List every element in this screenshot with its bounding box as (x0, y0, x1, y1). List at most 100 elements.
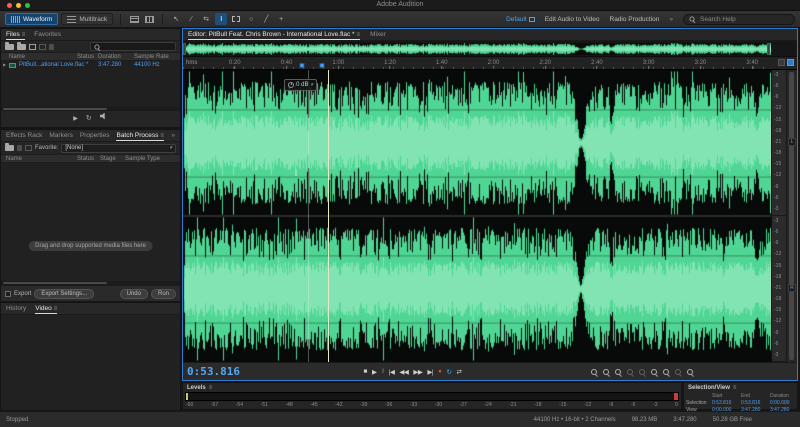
move-to-next-button[interactable]: ▶| (427, 368, 433, 376)
favorite-select[interactable]: [None] (61, 143, 176, 153)
file-row[interactable]: PitBull...ational Love.flac * 3:47.280 4… (1, 61, 180, 70)
stop-button[interactable]: ■ (364, 368, 368, 375)
volume-knob-icon[interactable] (288, 82, 295, 88)
undo-button[interactable]: Undo (119, 288, 148, 299)
left-channel-button[interactable]: L (788, 138, 796, 146)
workspace-edit-audio-to-video[interactable]: Edit Audio to Video (545, 16, 600, 23)
level-meter[interactable] (185, 392, 679, 401)
time-selection-tool-icon[interactable] (215, 13, 228, 25)
import-files-icon[interactable] (17, 41, 26, 50)
rewind-button[interactable]: ◀◀ (399, 368, 409, 376)
waveform-view-button[interactable]: Waveform (5, 13, 59, 25)
zoom-in-at-out-point-button[interactable] (651, 368, 658, 375)
column-name[interactable]: Name (6, 156, 22, 162)
tab-markers[interactable]: Markers (49, 130, 72, 141)
overview-right-handle[interactable] (767, 43, 770, 55)
panel-menu-icon[interactable] (209, 385, 213, 391)
zoom-in-amplitude-button[interactable] (591, 368, 598, 375)
zoom-out-time-button[interactable] (627, 368, 634, 375)
panel-menu-icon[interactable] (733, 385, 737, 391)
timeline-ruler[interactable]: 0:20 0:40 1:00 1:20 1:40 2:00 2:20 2:40 3:00 3:20… (183, 57, 797, 70)
ruler-unit-label[interactable]: hms (186, 60, 197, 66)
help-search-input[interactable] (698, 14, 790, 24)
add-files-icon[interactable] (5, 143, 14, 151)
razor-tool-icon[interactable] (185, 13, 197, 25)
vertical-scrollbar[interactable]: L R (786, 70, 797, 362)
time-display[interactable]: 0:53.816 (187, 365, 240, 378)
column-stage[interactable]: Stage (100, 156, 116, 162)
zoom-in-at-in-point-button[interactable] (639, 368, 646, 375)
panel-options-icon[interactable] (778, 59, 785, 66)
panel-menu-icon[interactable] (357, 31, 361, 38)
zoom-out-amplitude-button[interactable] (603, 368, 610, 375)
column-status[interactable]: Status (77, 156, 94, 162)
paintbrush-tool-icon[interactable] (260, 13, 272, 25)
column-duration[interactable]: Duration (98, 54, 121, 60)
lasso-selection-tool-icon[interactable] (245, 13, 257, 25)
tab-files[interactable]: Files (6, 29, 26, 40)
files-horizontal-scrollbar[interactable] (1, 107, 180, 111)
move-tool-icon[interactable] (170, 13, 182, 25)
panel-menu-icon[interactable] (54, 305, 58, 312)
export-checkbox[interactable] (5, 290, 11, 297)
waveform-canvas[interactable] (183, 70, 771, 362)
scrollbar-thumb[interactable] (789, 72, 794, 360)
pause-button[interactable]: ‖ (381, 368, 384, 375)
run-button[interactable]: Run (150, 288, 176, 299)
move-to-previous-button[interactable]: |◀ (389, 368, 395, 376)
tab-video[interactable]: Video (35, 303, 58, 314)
tabs-overflow-icon[interactable] (171, 132, 175, 139)
column-status[interactable]: Status (77, 54, 94, 60)
reset-zoom-button[interactable] (687, 368, 694, 375)
panel-menu-icon[interactable] (22, 31, 26, 38)
volume-hud[interactable]: 0 dB (284, 79, 318, 91)
workspace-overflow-icon[interactable] (669, 16, 673, 23)
zoom-in-time-button[interactable] (615, 368, 622, 375)
zoom-out-full-button[interactable] (675, 368, 682, 375)
multitrack-view-button[interactable]: Multitrack (61, 13, 114, 25)
workspace-default-button[interactable]: Default (506, 16, 535, 23)
play-button[interactable]: ▶ (372, 368, 377, 376)
duration-value[interactable]: 0:00.000 (770, 400, 799, 406)
workspace-radio-production[interactable]: Radio Production (610, 16, 660, 23)
overview-left-handle[interactable] (183, 43, 186, 55)
ruler-marker[interactable] (319, 63, 325, 68)
right-channel-button[interactable]: R (788, 284, 796, 292)
save-favorite-icon[interactable] (25, 145, 32, 151)
fast-forward-button[interactable]: ▶▶ (413, 368, 423, 376)
playhead-line[interactable] (328, 70, 330, 362)
tab-effects-rack[interactable]: Effects Rack (6, 130, 42, 141)
batch-horizontal-scrollbar[interactable] (1, 281, 180, 285)
slip-tool-icon[interactable] (200, 13, 212, 25)
tab-favorites[interactable]: Favorites (34, 29, 61, 40)
waveform-display-icon[interactable] (128, 13, 140, 25)
open-file-icon[interactable] (5, 41, 14, 50)
spectral-display-icon[interactable] (143, 13, 155, 25)
insert-into-multitrack-icon[interactable] (39, 43, 46, 50)
amplitude-ruler[interactable]: -3 -6 -9 -12 -15 -18 -21 -18 -15 -12 -9 -6 -3 -3 -6 -9-… (771, 70, 786, 362)
start-value[interactable]: 0:53.816 (712, 400, 741, 406)
waveform-display[interactable]: 0 dB -3-6-9-12-15-18-21-18-15-12-9-6-3-3… (183, 70, 797, 362)
batch-drop-area[interactable]: Drag and drop supported media files here (1, 163, 180, 281)
media-browser-icon[interactable] (29, 43, 36, 50)
remove-files-icon[interactable] (17, 145, 22, 151)
end-value[interactable]: 0:53.816 (741, 400, 770, 406)
record-button[interactable]: ● (438, 368, 442, 375)
disclosure-icon[interactable] (3, 62, 6, 68)
clip-indicator[interactable] (674, 393, 678, 400)
zoom-to-selection-button[interactable] (663, 368, 670, 375)
speaker-icon[interactable] (99, 112, 105, 120)
tab-batch-process[interactable]: Batch Process (116, 130, 164, 141)
tab-mixer[interactable]: Mixer (370, 29, 386, 40)
column-sample-rate[interactable]: Sample Rate (134, 54, 169, 60)
export-settings-button[interactable]: Export Settings... (34, 288, 95, 299)
delete-file-icon[interactable] (49, 43, 54, 50)
marquee-selection-tool-icon[interactable] (230, 13, 242, 25)
tab-history[interactable]: History (6, 303, 26, 314)
skip-selection-button[interactable]: ⇄ (456, 368, 461, 376)
zoom-indicator-icon[interactable] (787, 59, 794, 66)
column-name[interactable]: Name (9, 54, 25, 60)
loop-playback-button[interactable]: ↻ (446, 368, 451, 376)
spot-healing-brush-tool-icon[interactable] (275, 13, 287, 25)
tab-properties[interactable]: Properties (80, 130, 110, 141)
